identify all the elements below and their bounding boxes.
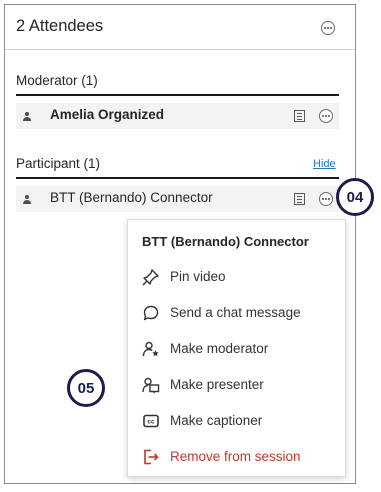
menu-item-label: Remove from session bbox=[170, 449, 301, 464]
pin-icon bbox=[142, 269, 159, 286]
menu-item-label: Send a chat message bbox=[170, 305, 301, 320]
moderator-icon bbox=[142, 341, 159, 357]
participant-divider bbox=[16, 177, 339, 179]
menu-title: BTT (Bernando) Connector bbox=[142, 234, 309, 249]
menu-item-label: Make presenter bbox=[170, 377, 264, 392]
participant-heading: Participant (1) bbox=[16, 156, 101, 171]
panel-header: 2 Attendees bbox=[5, 5, 355, 50]
attendee-name: Amelia Organized bbox=[50, 107, 165, 122]
menu-item-pin-video[interactable]: Pin video bbox=[142, 265, 337, 289]
attendee-more-options-icon[interactable] bbox=[319, 192, 333, 206]
menu-item-label: Pin video bbox=[170, 269, 226, 284]
attendee-name: BTT (Bernando) Connector bbox=[50, 190, 213, 205]
moderator-divider bbox=[16, 94, 339, 96]
notes-icon[interactable] bbox=[294, 110, 305, 122]
menu-item-send-chat[interactable]: Send a chat message bbox=[142, 301, 337, 325]
more-options-icon[interactable] bbox=[321, 21, 335, 35]
presenter-icon bbox=[142, 377, 160, 394]
panel-title: 2 Attendees bbox=[16, 17, 104, 35]
captions-icon: cc bbox=[143, 414, 159, 428]
menu-item-make-moderator[interactable]: Make moderator bbox=[142, 337, 337, 361]
notes-icon[interactable] bbox=[294, 193, 305, 205]
menu-item-make-captioner[interactable]: cc Make captioner bbox=[142, 409, 337, 433]
callout-badge-04: 04 bbox=[336, 178, 374, 216]
menu-item-label: Make moderator bbox=[170, 341, 269, 356]
menu-item-remove-from-session[interactable]: Remove from session bbox=[142, 445, 337, 469]
exit-icon bbox=[144, 449, 159, 465]
hide-participants-link[interactable]: Hide bbox=[313, 158, 336, 170]
attendee-row-participant[interactable]: BTT (Bernando) Connector bbox=[16, 186, 339, 212]
menu-item-label: Make captioner bbox=[170, 413, 263, 428]
attendee-more-options-icon[interactable] bbox=[319, 109, 333, 123]
svg-text:cc: cc bbox=[147, 419, 155, 426]
callout-badge-05: 05 bbox=[67, 369, 105, 407]
chat-bubble-icon bbox=[143, 305, 159, 321]
person-icon bbox=[23, 195, 31, 204]
attendee-options-menu: BTT (Bernando) Connector Pin video Send … bbox=[127, 219, 346, 477]
menu-item-make-presenter[interactable]: Make presenter bbox=[142, 373, 337, 397]
attendee-row-moderator[interactable]: Amelia Organized bbox=[16, 103, 339, 129]
person-icon bbox=[23, 112, 31, 121]
moderator-heading: Moderator (1) bbox=[16, 73, 98, 88]
